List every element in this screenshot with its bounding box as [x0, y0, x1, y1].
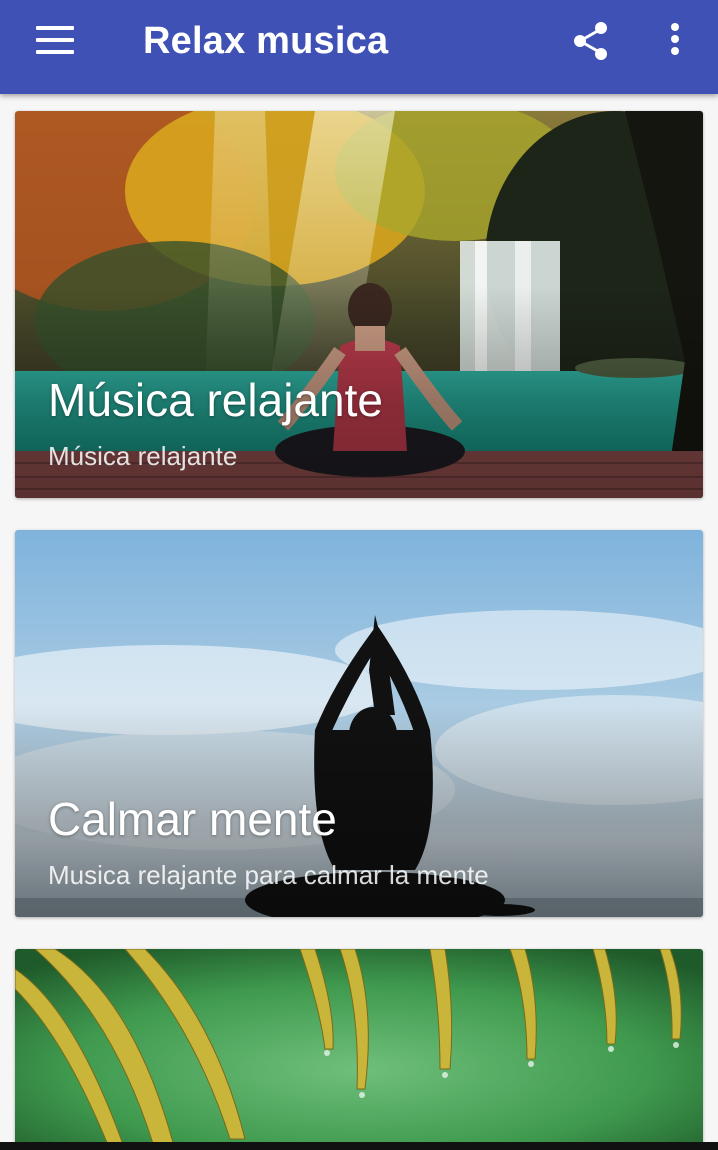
card-musica-relajante[interactable]: Música relajante Música relajante: [15, 111, 703, 498]
card-calmar-mente[interactable]: Calmar mente Musica relajante para calma…: [15, 530, 703, 917]
card-title: Calmar mente: [48, 793, 337, 845]
menu-button[interactable]: [24, 18, 86, 64]
more-vert-icon: [671, 23, 679, 55]
card-title: Música relajante: [48, 374, 383, 426]
app-bar: Relax musica: [0, 0, 718, 94]
card-image-bamboo-leaves: [15, 949, 703, 1150]
share-button[interactable]: [566, 16, 616, 66]
card-bamboo[interactable]: [15, 949, 703, 1150]
card-subtitle: Musica relajante para calmar la mente: [48, 860, 489, 890]
more-options-button[interactable]: [658, 16, 692, 66]
app-title: Relax musica: [143, 20, 389, 62]
card-subtitle: Música relajante: [48, 441, 238, 471]
system-navigation-bar: [0, 1142, 718, 1150]
share-icon: [574, 22, 607, 60]
